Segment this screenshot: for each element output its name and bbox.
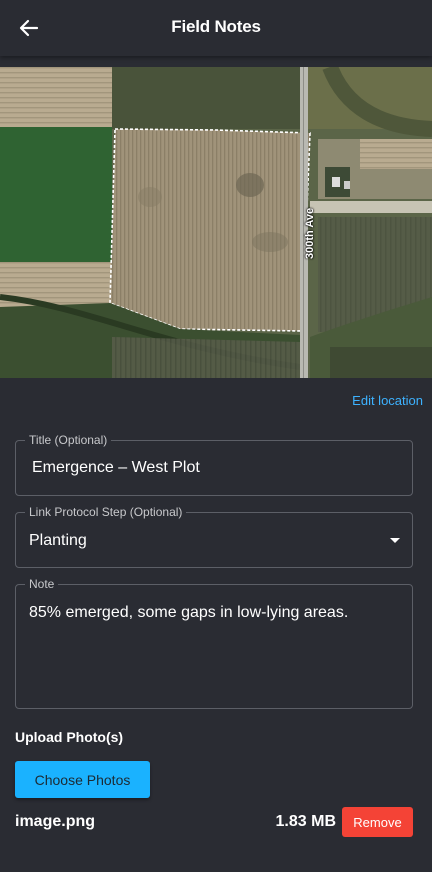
protocol-step-label: Link Protocol Step (Optional) (25, 505, 187, 519)
page-title: Field Notes (171, 17, 261, 36)
satellite-map[interactable]: 300th Ave mapbox (0, 67, 432, 378)
upload-photos-label: Upload Photo(s) (15, 729, 124, 745)
map-imagery (0, 67, 432, 378)
protocol-step-select[interactable]: Link Protocol Step (Optional) Planting (15, 505, 413, 568)
note-field[interactable]: Note 85% emerged, some gaps in low-lying… (15, 577, 413, 709)
top-app-bar: Field Notes (0, 0, 432, 56)
note-textarea-value[interactable]: 85% emerged, some gaps in low-lying area… (29, 604, 348, 622)
edit-location-link[interactable]: Edit location (352, 393, 423, 408)
choose-photos-button[interactable]: Choose Photos (15, 761, 150, 798)
remove-attachment-button[interactable]: Remove (342, 807, 413, 837)
title-field-label: Title (Optional) (25, 433, 112, 447)
attachment-file-name: image.png (15, 813, 96, 830)
chevron-down-icon (390, 538, 400, 543)
note-field-label: Note (25, 577, 59, 591)
title-field[interactable]: Title (Optional) Emergence – West Plot (15, 433, 413, 496)
road-label: 300th Ave (304, 207, 316, 259)
attachment-file-size: 1.83 MB (275, 813, 336, 830)
protocol-step-value: Planting (29, 532, 87, 549)
title-input-value[interactable]: Emergence – West Plot (32, 459, 200, 477)
